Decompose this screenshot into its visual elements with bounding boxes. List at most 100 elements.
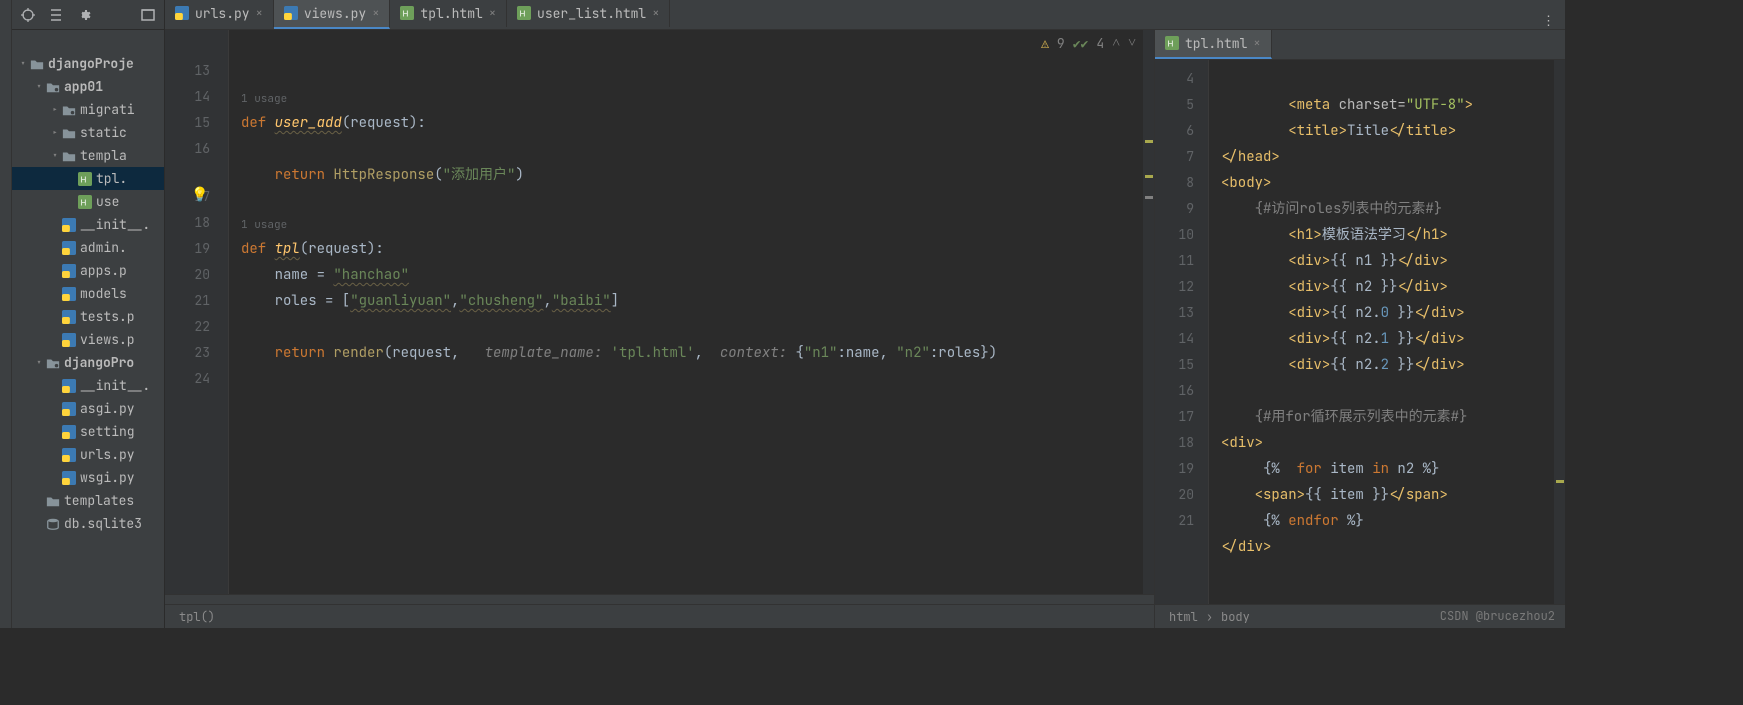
tree-body[interactable]: ▾djangoProje▾app01▸migrati▸static ▾ templa… [12,30,164,628]
py-icon [62,310,76,324]
ok-count: 4 [1096,35,1104,52]
hide-tool-icon[interactable] [140,7,156,23]
line-number[interactable]: 21 [165,288,210,314]
tree-item-apps-p[interactable]: apps.p [12,259,164,282]
line-number[interactable]: 24 [165,366,210,392]
left-tool-rail [0,0,12,628]
tree-item-asgi-py[interactable]: asgi.py [12,397,164,420]
intention-bulb-icon[interactable]: 💡 [191,182,208,208]
horizontal-scrollbar[interactable] [165,594,1154,604]
line-number[interactable]: 16 [165,136,210,162]
line-number[interactable]: 4 [1155,66,1194,92]
line-number[interactable]: 6 [1155,118,1194,144]
tree-label: apps.p [80,262,127,279]
line-number[interactable]: 7 [1155,144,1194,170]
locate-icon[interactable] [20,7,36,23]
line-number[interactable]: 14 [1155,326,1194,352]
line-number[interactable]: 17 [1155,404,1194,430]
tree-item-templates[interactable]: templates [12,489,164,512]
tree-item-tpl-[interactable]: Htpl. [12,167,164,190]
gutter-right[interactable]: 456789101112131415161718192021 [1155,60,1209,604]
code-right[interactable]: <meta charset="UTF-8"> <title>Title</tit… [1209,60,1553,604]
tree-item-setting[interactable]: setting [12,420,164,443]
line-number[interactable]: 9 [1155,196,1194,222]
tree-item-__init__-[interactable]: __init__. [12,374,164,397]
code-left[interactable]: 💡 1 usagedef user_add(request): return H… [229,30,1142,594]
marker-strip-left[interactable] [1142,30,1154,594]
marker-strip-right[interactable] [1553,60,1565,604]
gear-icon[interactable] [76,7,92,23]
tree-item-urls-py[interactable]: urls.py [12,443,164,466]
tree-item-djangoProje[interactable]: ▾djangoProje [12,52,164,75]
next-highlight-button[interactable]: ˅ [1128,34,1136,52]
tree-item-app01[interactable]: ▾app01 [12,75,164,98]
svg-text:H: H [81,175,87,184]
inspection-widget[interactable]: ⚠ 9 ✔✔ 4 ˄ ˅ [1041,34,1136,52]
line-number[interactable]: 11 [1155,248,1194,274]
line-number[interactable]: 19 [165,236,210,262]
close-icon[interactable]: × [489,5,496,21]
chevron-icon[interactable]: ▾ [34,356,44,369]
line-number[interactable]: 20 [165,262,210,288]
tab-user_list-html[interactable]: Huser_list.html× [507,0,670,27]
line-number[interactable]: 10 [1155,222,1194,248]
breadcrumb-item[interactable]: html [1169,609,1198,625]
line-number[interactable]: 14 [165,84,210,110]
line-number[interactable]: 22 [165,314,210,340]
line-number[interactable]: 21 [1155,508,1194,534]
editor-tabbar: urls.py×views.py×Htpl.html×Huser_list.ht… [165,0,1565,30]
line-number[interactable]: 23 [165,340,210,366]
tree-item-models[interactable]: models [12,282,164,305]
tree-item-djangoPro[interactable]: ▾djangoPro [12,351,164,374]
warning-count: 9 [1057,35,1065,52]
chevron-icon[interactable]: ▾ [34,80,44,93]
gutter-left[interactable]: 131415161718192021222324 [165,30,229,594]
line-number[interactable]: 16 [1155,378,1194,404]
tree-item-db-sqlite3[interactable]: db.sqlite3 [12,512,164,535]
close-icon[interactable]: × [372,5,379,21]
py-icon [284,6,298,20]
line-number[interactable]: 20 [1155,482,1194,508]
line-number[interactable]: 15 [165,110,210,136]
line-number[interactable]: 13 [165,58,210,84]
line-number[interactable]: 18 [165,210,210,236]
code-area-right[interactable]: 456789101112131415161718192021 <meta cha… [1155,60,1565,604]
code-area-left[interactable]: 131415161718192021222324 💡 1 usagedef us… [165,30,1154,594]
breadcrumb-left[interactable]: tpl() [165,604,1154,628]
tree-item-views-p[interactable]: views.p [12,328,164,351]
close-icon[interactable]: × [1253,35,1260,51]
breadcrumb-item[interactable]: body [1221,609,1250,625]
chevron-icon[interactable]: ▸ [50,103,60,116]
line-number[interactable]: 8 [1155,170,1194,196]
tree-item-templa[interactable]: ▾ templa [12,144,164,167]
line-number[interactable]: 15 [1155,352,1194,378]
line-number[interactable]: 13 [1155,300,1194,326]
close-icon[interactable]: × [256,5,263,21]
chevron-icon[interactable]: ▾ [50,149,60,162]
tab-views-py[interactable]: views.py× [274,0,391,29]
line-number[interactable]: 12 [1155,274,1194,300]
tree-item-use[interactable]: Huse [12,190,164,213]
editor-pane-left: ⚠ 9 ✔✔ 4 ˄ ˅ 131415161718192021222324 💡 … [165,30,1155,628]
line-number[interactable]: 18 [1155,430,1194,456]
breadcrumb-item[interactable]: tpl() [179,609,215,625]
tree-item-__init__-[interactable]: __init__. [12,213,164,236]
tree-item-static[interactable]: ▸static [12,121,164,144]
tab-tpl-html[interactable]: Htpl.html× [1155,30,1272,59]
tree-item-tests-p[interactable]: tests.p [12,305,164,328]
tree-item-migrati[interactable]: ▸migrati [12,98,164,121]
prev-highlight-button[interactable]: ˄ [1112,34,1120,52]
tree-item-admin-[interactable]: admin. [12,236,164,259]
chevron-icon[interactable]: ▸ [50,126,60,139]
close-icon[interactable]: × [652,5,659,21]
line-number[interactable]: 5 [1155,92,1194,118]
warning-icon: ⚠ [1041,35,1049,52]
tree-item-wsgi-py[interactable]: wsgi.py [12,466,164,489]
tabs-overflow-button[interactable]: ⋮ [1532,12,1565,29]
collapse-icon[interactable] [48,7,64,23]
line-number[interactable]: 19 [1155,456,1194,482]
tab-urls-py[interactable]: urls.py× [165,0,274,27]
tab-tpl-html[interactable]: Htpl.html× [390,0,507,27]
tree-label: templa [80,147,127,164]
chevron-icon[interactable]: ▾ [18,57,28,70]
